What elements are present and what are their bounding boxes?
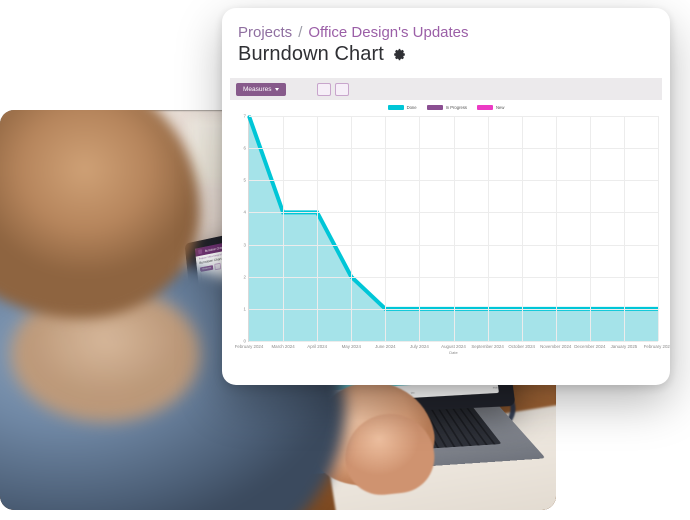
x-axis-tick: March 2024 (271, 344, 295, 349)
x-axis-tick: August 2024 (441, 344, 466, 349)
y-axis-tick: 5 (243, 177, 246, 183)
legend-item-new[interactable]: New (477, 105, 504, 110)
legend-label-in-progress: In Progress (445, 105, 468, 110)
y-axis-tick: 2 (243, 274, 246, 280)
grid-line-vertical (317, 116, 319, 341)
x-axis-tick: April 2024 (307, 344, 328, 349)
burndown-chart-plot: Date 0 1 2 3 4 5 6 7 February 2024 March 2024 Apri… (230, 112, 670, 360)
grid-line-vertical (623, 116, 625, 341)
y-axis-tick: 4 (243, 209, 246, 215)
legend-swatch-in-progress (426, 105, 443, 110)
grid-line-vertical (351, 116, 353, 341)
chart-legend: Done In Progress New (222, 105, 670, 110)
legend-swatch-new (477, 105, 494, 110)
pie-chart-icon[interactable] (334, 82, 349, 96)
grid-line-vertical (589, 116, 591, 341)
grid-line-vertical (385, 116, 387, 341)
breadcrumb-item-current[interactable]: Office Design's Updates (308, 24, 468, 41)
x-axis-tick: February 2024 (234, 344, 264, 349)
grid-line-vertical (487, 116, 489, 341)
x-axis-tick: January 2025 (610, 344, 638, 349)
page-title-row: Burndown Chart (222, 41, 670, 66)
grid-line-horizontal (249, 341, 658, 342)
grid-line-vertical (283, 116, 285, 341)
bar-chart-icon[interactable] (299, 83, 313, 96)
x-axis-tick: October 2024 (508, 344, 535, 349)
grid-line-vertical (658, 116, 659, 341)
grid-line-vertical (419, 116, 421, 341)
x-axis-tick: September 2024 (471, 344, 504, 349)
grid-line-vertical (453, 116, 455, 341)
y-axis-tick: 0 (243, 338, 246, 344)
breadcrumb: Projects / Office Design's Updates (222, 8, 670, 41)
y-axis-tick: 3 (243, 242, 246, 248)
grid-line-vertical (521, 116, 523, 341)
stacked-chart-icon[interactable] (353, 83, 367, 96)
burndown-chart-card: Projects / Office Design's Updates Burnd… (222, 8, 670, 385)
grid-line-vertical (555, 116, 557, 341)
legend-label-done: Done (406, 105, 417, 110)
mini-app-icon (197, 249, 202, 255)
mini-xtick: Feb (492, 387, 498, 390)
y-axis-tick: 6 (243, 145, 246, 151)
legend-item-done[interactable]: Done (387, 105, 417, 110)
breadcrumb-item-projects[interactable]: Projects (238, 24, 292, 41)
x-axis-tick: December 2024 (574, 344, 606, 349)
y-axis-tick: 7 (243, 113, 246, 119)
line-chart-icon[interactable] (316, 82, 331, 96)
legend-swatch-done (387, 105, 404, 110)
x-axis-tick: February 2025 (643, 344, 670, 349)
y-axis-tick: 1 (243, 306, 246, 312)
chevron-down-icon (274, 87, 279, 91)
x-axis-tick: May 2024 (341, 344, 361, 349)
plot-area[interactable]: Date 0 1 2 3 4 5 6 7 February 2024 March 2024 Apri… (235, 114, 670, 356)
measures-button-label: Measures (243, 85, 272, 93)
x-axis-tick: June 2024 (375, 344, 396, 349)
x-axis-tick: November 2024 (540, 344, 572, 349)
measures-button[interactable]: Measures (236, 82, 286, 96)
breadcrumb-separator: / (298, 24, 303, 41)
legend-item-in-progress[interactable]: In Progress (426, 105, 468, 110)
legend-label-new: New (496, 105, 505, 110)
page-title: Burndown Chart (238, 43, 384, 65)
gear-icon[interactable] (392, 47, 407, 62)
x-axis-tick: July 2024 (410, 344, 429, 349)
chart-toolbar: Measures (230, 78, 662, 100)
x-axis-title: Date (449, 350, 458, 355)
